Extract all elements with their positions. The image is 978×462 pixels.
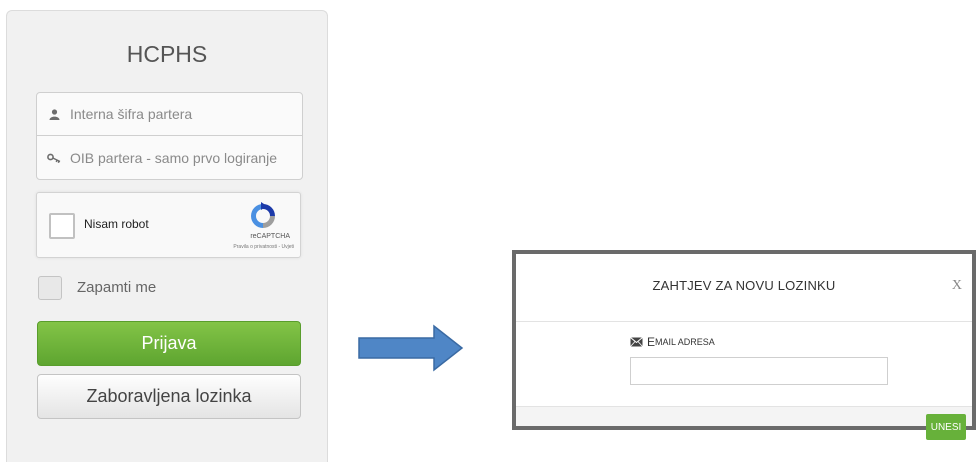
submit-button[interactable]: UNESI xyxy=(926,414,966,440)
key-icon xyxy=(46,153,62,163)
email-label-initial: E xyxy=(647,335,656,349)
recaptcha-widget: Nisam robot reCAPTCHA Pravila o privatno… xyxy=(36,192,301,258)
forgot-password-button[interactable]: Zaboravljena lozinka xyxy=(37,374,301,419)
modal-title: ZAHTJEV ZA NOVU LOZINKU xyxy=(652,278,836,293)
login-button[interactable]: Prijava xyxy=(37,321,301,366)
oib-placeholder: OIB partera - samo prvo logiranje xyxy=(70,149,277,166)
captcha-brand: reCAPTCHA xyxy=(250,233,290,240)
arrow-right-icon xyxy=(358,324,466,377)
email-input[interactable] xyxy=(630,357,888,385)
login-panel: HCPHS Interna šifra partera OIB partera … xyxy=(6,10,328,462)
remember-me-checkbox[interactable] xyxy=(38,276,62,300)
login-input-group: Interna šifra partera OIB partera - samo… xyxy=(36,92,303,180)
email-label-rest: MAIL ADRESA xyxy=(655,337,715,347)
login-title: HCPHS xyxy=(126,41,208,67)
captcha-label: Nisam robot xyxy=(84,217,149,231)
user-icon xyxy=(46,108,62,120)
remember-me-label: Zapamti me xyxy=(77,279,157,296)
modal-header: ZAHTJEV ZA NOVU LOZINKU X xyxy=(516,254,972,322)
modal-footer xyxy=(516,406,972,426)
partner-code-placeholder: Interna šifra partera xyxy=(70,106,193,122)
envelope-icon xyxy=(630,337,643,347)
recaptcha-icon xyxy=(248,201,278,236)
captcha-terms-link[interactable]: Pravila o privatnosti - Uvjeti xyxy=(233,244,294,250)
partner-code-input[interactable]: Interna šifra partera xyxy=(37,93,302,135)
email-label: E MAIL ADRESA xyxy=(630,335,715,349)
captcha-checkbox[interactable] xyxy=(49,213,75,239)
new-password-modal: ZAHTJEV ZA NOVU LOZINKU X E MAIL ADRESA U… xyxy=(512,250,976,440)
oib-input[interactable]: OIB partera - samo prvo logiranje xyxy=(37,135,302,179)
modal-close-button[interactable]: X xyxy=(952,278,962,294)
